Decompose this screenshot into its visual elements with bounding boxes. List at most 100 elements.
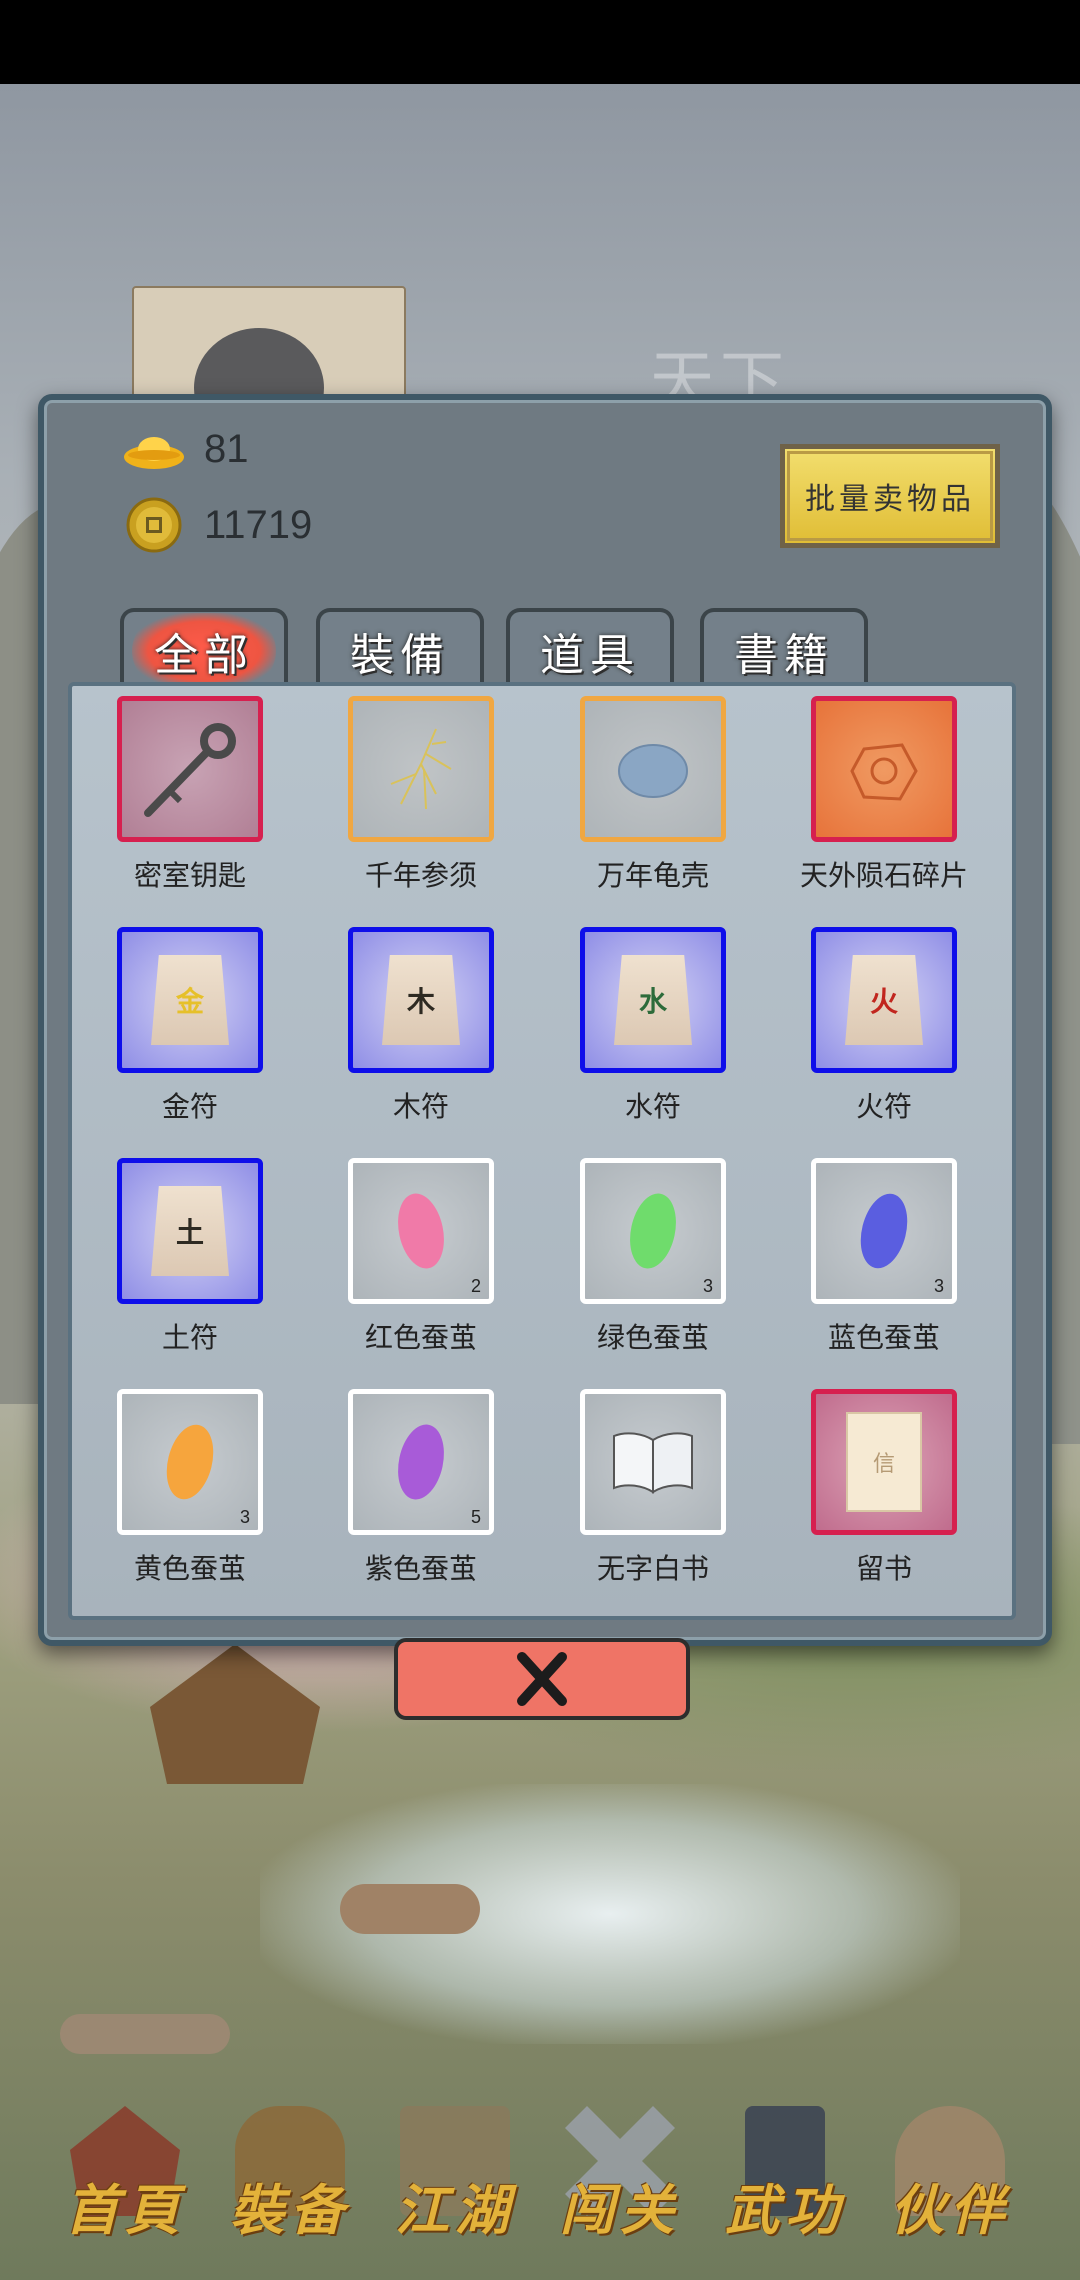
gold-ingot-icon	[122, 424, 186, 474]
cocoon-icon	[860, 1193, 908, 1269]
tab-label: 裝備	[350, 630, 450, 681]
item-name: 密室钥匙	[133, 859, 246, 892]
nav-label: 江湖	[395, 2178, 515, 2242]
item-frame: 3	[117, 1389, 263, 1535]
item-slot[interactable]: 金 金符	[100, 927, 280, 1137]
bottom-nav: 首頁 裝备 江湖 闯关 武功 伙伴	[0, 2066, 1080, 2280]
item-slot[interactable]: 3 绿色蚕茧	[563, 1158, 743, 1368]
cocoon-icon	[398, 1193, 444, 1269]
copper-coin-row: 11719	[122, 497, 313, 553]
item-slot[interactable]: 无字白书	[563, 1389, 743, 1599]
copper-coin-value: 11719	[204, 502, 313, 547]
item-slot[interactable]: 木 木符	[331, 927, 511, 1137]
item-count: 3	[239, 1507, 250, 1527]
nav-jianghu[interactable]: 江湖	[370, 2066, 540, 2280]
nav-companions[interactable]: 伙伴	[865, 2066, 1035, 2280]
item-slot[interactable]: 土 土符	[100, 1158, 280, 1368]
talisman-glyph: 木	[406, 985, 435, 1018]
nav-equipment[interactable]: 裝备	[205, 2066, 375, 2280]
item-grid: 密室钥匙 千年参须 万年龟壳 天外陨石碎片 金 金符 木 木符 水 水符 火 火…	[68, 682, 1016, 1620]
item-frame: 水	[580, 927, 726, 1073]
item-frame: 信	[811, 1389, 957, 1535]
turtle-shell-icon	[618, 744, 688, 798]
item-count: 3	[933, 1276, 944, 1296]
item-frame: 金	[117, 927, 263, 1073]
tab-label: 道具	[540, 630, 640, 681]
item-name: 紫色蚕茧	[364, 1552, 477, 1585]
character-portrait	[132, 286, 406, 410]
tab-equipment[interactable]: 裝備	[316, 608, 484, 690]
item-frame	[580, 696, 726, 842]
item-frame: 木	[348, 927, 494, 1073]
item-name: 千年参须	[364, 859, 477, 892]
talisman-glyph: 金	[175, 985, 204, 1018]
item-name: 无字白书	[596, 1552, 709, 1585]
nav-home[interactable]: 首頁	[40, 2066, 210, 2280]
blank-book-icon	[613, 1432, 693, 1494]
item-name: 留书	[855, 1552, 912, 1585]
tab-books[interactable]: 書籍	[700, 608, 868, 690]
item-slot[interactable]: 水 水符	[563, 927, 743, 1137]
talisman-icon: 火	[845, 955, 923, 1045]
nav-martial-arts[interactable]: 武功	[700, 2066, 870, 2280]
item-slot[interactable]: 2 红色蚕茧	[331, 1158, 511, 1368]
item-count: 2	[470, 1276, 481, 1296]
item-slot[interactable]: 信 留书	[794, 1389, 974, 1599]
status-bar	[0, 0, 1080, 84]
close-button[interactable]	[394, 1638, 690, 1720]
item-slot[interactable]: 千年参须	[331, 696, 511, 906]
item-frame	[348, 696, 494, 842]
talisman-glyph: 土	[175, 1216, 204, 1249]
item-count: 3	[702, 1276, 713, 1296]
tab-props[interactable]: 道具	[506, 608, 674, 690]
stone	[60, 2014, 230, 2054]
item-name: 蓝色蚕茧	[827, 1321, 940, 1354]
item-frame: 3	[580, 1158, 726, 1304]
item-slot[interactable]: 万年龟壳	[563, 696, 743, 906]
close-x-icon	[517, 1652, 567, 1706]
item-slot[interactable]: 3 蓝色蚕茧	[794, 1158, 974, 1368]
item-name: 黄色蚕茧	[133, 1552, 246, 1585]
letter-glyph: 信	[872, 1452, 895, 1477]
gold-ingot-value: 81	[204, 426, 249, 471]
item-frame	[811, 696, 957, 842]
item-frame: 5	[348, 1389, 494, 1535]
talisman-icon: 金	[151, 955, 229, 1045]
item-name: 水符	[624, 1090, 681, 1123]
talisman-glyph: 水	[638, 985, 667, 1018]
cocoon-icon	[398, 1424, 444, 1500]
talisman-icon: 土	[151, 1186, 229, 1276]
cocoon-icon	[630, 1193, 676, 1269]
nav-label: 首頁	[65, 2178, 185, 2242]
item-name: 金符	[161, 1090, 218, 1123]
cocoon-icon	[166, 1424, 214, 1500]
talisman-icon: 木	[382, 955, 460, 1045]
ginseng-icon	[390, 728, 452, 810]
key-icon	[144, 723, 236, 817]
item-slot[interactable]: 5 紫色蚕茧	[331, 1389, 511, 1599]
inventory-dialog: 81 11719 批量卖物品 全部 裝備 道具 書籍 密室钥匙 千年参须 万年龟…	[38, 394, 1052, 1646]
bulk-sell-button[interactable]: 批量卖物品	[780, 444, 1000, 548]
nav-label: 闯关	[560, 2178, 680, 2242]
item-slot[interactable]: 密室钥匙	[100, 696, 280, 906]
item-frame	[117, 696, 263, 842]
nav-label: 伙伴	[890, 2178, 1010, 2242]
nav-label: 武功	[725, 2178, 845, 2242]
gold-ingot-row: 81	[122, 424, 249, 474]
item-slot[interactable]: 3 黄色蚕茧	[100, 1389, 280, 1599]
item-slot[interactable]: 火 火符	[794, 927, 974, 1137]
item-frame: 3	[811, 1158, 957, 1304]
tab-label: 全部	[132, 613, 276, 689]
item-name: 万年龟壳	[596, 859, 709, 892]
meteorite-icon	[850, 743, 918, 801]
item-name: 红色蚕茧	[364, 1321, 477, 1354]
item-count: 5	[470, 1507, 481, 1527]
item-name: 土符	[161, 1321, 218, 1354]
nav-challenge[interactable]: 闯关	[535, 2066, 705, 2280]
item-frame: 火	[811, 927, 957, 1073]
item-slot[interactable]: 天外陨石碎片	[794, 696, 974, 906]
copper-coin-icon	[122, 497, 186, 553]
item-frame: 2	[348, 1158, 494, 1304]
item-name: 天外陨石碎片	[799, 859, 968, 892]
tab-all[interactable]: 全部	[120, 608, 288, 690]
